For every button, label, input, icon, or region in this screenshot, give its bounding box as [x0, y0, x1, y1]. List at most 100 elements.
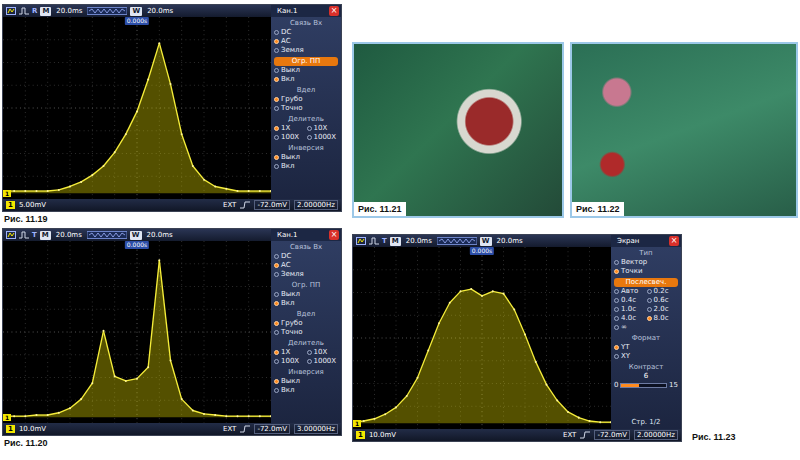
trace-segment	[193, 410, 204, 413]
menu-option[interactable]: 10X	[307, 124, 339, 133]
trace-point	[80, 181, 82, 183]
menu-option[interactable]: Вкл	[274, 299, 338, 308]
section-title: Вдел	[274, 310, 338, 319]
option-label: Выкл	[281, 290, 300, 299]
menu-option[interactable]: Земля	[274, 270, 338, 279]
trace-segment	[461, 289, 472, 291]
trace-point	[449, 302, 451, 304]
trace-segment	[579, 418, 590, 421]
menu-option[interactable]: Земля	[274, 46, 338, 55]
trace-point	[259, 190, 261, 192]
acquire-mode: R	[32, 5, 37, 17]
waveform-plot: 0.000s 1	[353, 247, 611, 429]
window-timebase: 20.0ms	[145, 229, 175, 241]
trace-segment	[450, 291, 461, 302]
trace-segment	[260, 415, 271, 416]
menu-option[interactable]: Выкл	[274, 377, 338, 386]
menu-option[interactable]: 1000X	[307, 357, 339, 366]
menu-option[interactable]: Точно	[274, 104, 338, 113]
menu-option[interactable]: 0.6с	[647, 296, 679, 305]
radio-icon	[274, 164, 279, 169]
menu-option[interactable]: ∞	[614, 323, 646, 332]
trace-segment	[600, 421, 611, 422]
close-button[interactable]: ×	[329, 230, 339, 240]
option-label: 0.2с	[654, 287, 669, 296]
menu-option[interactable]: 2.0с	[647, 305, 679, 314]
trace-point	[427, 349, 429, 351]
menu-option[interactable]: Точно	[274, 328, 338, 337]
trace-segment	[70, 182, 81, 187]
menu-section: Связь Вх DC AC Земля	[274, 19, 338, 55]
trigger-source: EXT	[223, 425, 236, 433]
menu-option[interactable]: YT	[614, 343, 678, 352]
menu-option[interactable]: 1X	[274, 124, 306, 133]
trace-segment	[590, 421, 601, 422]
menu-option[interactable]: 0.4с	[614, 296, 646, 305]
trace-segment	[418, 351, 429, 378]
menu-option[interactable]: 0.2с	[647, 287, 679, 296]
trace-segment	[238, 415, 249, 416]
trace-segment	[260, 190, 271, 191]
trace-point	[69, 407, 71, 409]
menu-option[interactable]: 1.0с	[614, 305, 646, 314]
menu-option[interactable]: AC	[274, 261, 338, 270]
menu-option[interactable]: 8.0с	[647, 314, 679, 323]
trace-segment	[568, 412, 579, 418]
option-label: Грубо	[281, 319, 302, 328]
option-label: Земля	[281, 270, 304, 279]
menu-option[interactable]: 4.0с	[614, 314, 646, 323]
menu-option[interactable]: DC	[274, 28, 338, 37]
menu-option[interactable]: Выкл	[274, 66, 338, 75]
menu-option[interactable]: DC	[274, 252, 338, 261]
menu-option[interactable]: Точки	[614, 267, 678, 276]
menu-option[interactable]: Выкл	[274, 290, 338, 299]
trace-point	[58, 412, 60, 414]
menu-option[interactable]: Выкл	[274, 153, 338, 162]
trace-segment	[193, 166, 204, 180]
trace-segment	[159, 43, 170, 84]
contrast-slider[interactable]	[620, 383, 667, 388]
trace-segment	[471, 289, 482, 296]
trace-point	[578, 417, 580, 419]
option-label: Авто	[621, 287, 638, 296]
menu-option[interactable]: Вектор	[614, 258, 678, 267]
trace-segment	[104, 152, 115, 166]
close-button[interactable]: ×	[669, 236, 679, 246]
trace-segment	[25, 190, 36, 191]
trace-point	[80, 398, 82, 400]
trace-segment	[249, 190, 260, 191]
menu-option[interactable]: Вкл	[274, 386, 338, 395]
radio-icon	[307, 126, 312, 131]
radio-icon	[274, 272, 279, 277]
menu-option[interactable]: Грубо	[274, 319, 338, 328]
menu-option[interactable]: 100X	[274, 357, 306, 366]
radio-icon	[274, 254, 279, 259]
menu-option[interactable]: 1000X	[307, 133, 339, 142]
menu-option[interactable]: AC	[274, 37, 338, 46]
radio-icon	[274, 68, 279, 73]
menu-option[interactable]: Вкл	[274, 75, 338, 84]
option-label: Точно	[281, 104, 303, 113]
oscilloscope-screen: T M 20.0ms W 20.0ms Кан.1 × 0.000s 1 Свя…	[2, 228, 342, 436]
menu-option[interactable]: XY	[614, 352, 678, 361]
vertical-scale: 5.00mV	[19, 201, 46, 209]
trigger-source: EXT	[223, 201, 236, 209]
menu-option[interactable]: 1X	[274, 348, 306, 357]
option-label: 100X	[281, 357, 299, 366]
page-indicator[interactable]: Стр. 1/2	[614, 418, 678, 427]
radio-icon	[307, 135, 312, 140]
trace-point	[225, 188, 227, 190]
menu-option[interactable]: 100X	[274, 133, 306, 142]
trace-point	[58, 189, 60, 191]
trace-segment	[525, 335, 536, 362]
menu-option[interactable]: Авто	[614, 287, 646, 296]
section-title: Инверсия	[274, 368, 338, 377]
close-button[interactable]: ×	[329, 6, 339, 16]
trace-point	[513, 309, 515, 311]
trace-segment	[204, 414, 215, 415]
trace-point	[114, 151, 116, 153]
menu-option[interactable]: Грубо	[274, 95, 338, 104]
trigger-source: EXT	[563, 431, 576, 439]
menu-option[interactable]: Вкл	[274, 162, 338, 171]
menu-option[interactable]: 10X	[307, 348, 339, 357]
